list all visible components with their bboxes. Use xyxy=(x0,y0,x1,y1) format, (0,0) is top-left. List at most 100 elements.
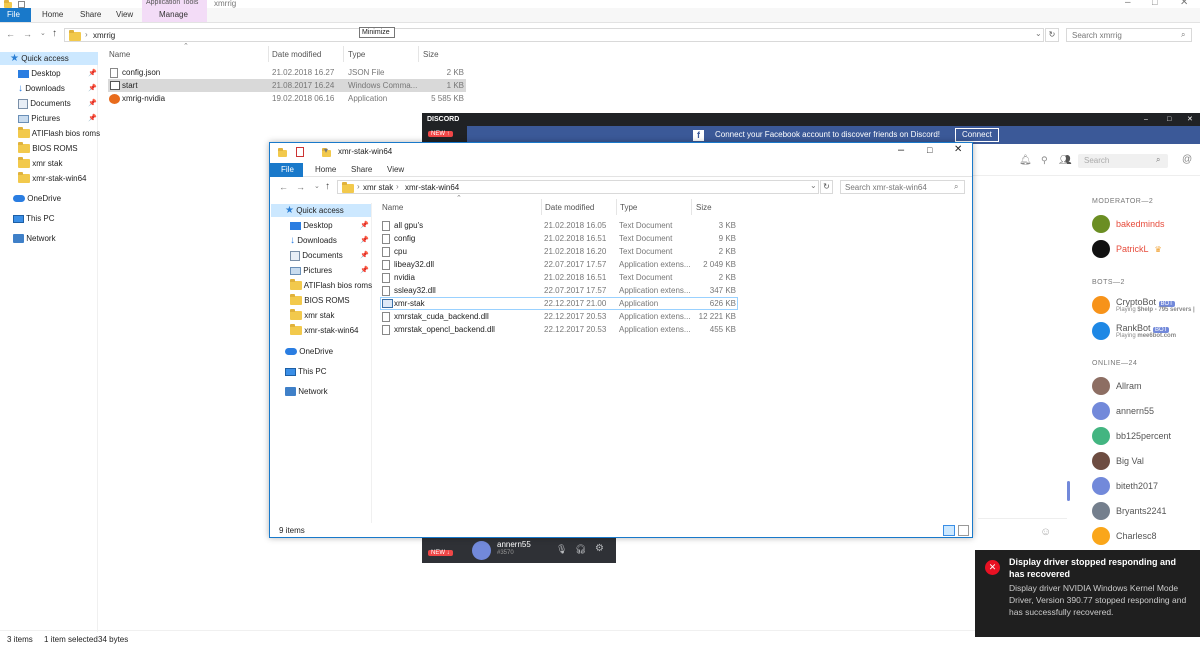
details-view-icon[interactable] xyxy=(943,525,955,536)
column-header-type[interactable]: Type xyxy=(620,201,637,214)
bell-icon[interactable]: 🔔︎ xyxy=(1019,155,1032,166)
column-header-date[interactable]: Date modified xyxy=(545,201,594,214)
nav-item-bios-roms[interactable]: BIOS ROMS xyxy=(18,142,78,155)
refresh-button[interactable]: ↻ xyxy=(820,180,833,194)
minimize-button[interactable]: – xyxy=(1125,0,1131,8)
nav-item-xmr-stak[interactable]: xmr stak xyxy=(290,309,334,322)
file-row[interactable]: ssleay32.dll 22.07.2017 17.57 Applicatio… xyxy=(380,284,738,297)
emoji-icon[interactable]: ☺ xyxy=(1040,526,1051,538)
pin-icon[interactable]: 📌 xyxy=(88,84,97,92)
address-bar[interactable]: › xmrrig ⌄ xyxy=(64,28,1044,42)
nav-item-documents[interactable]: Documents xyxy=(18,97,71,110)
pin-icon[interactable]: 📌 xyxy=(360,251,369,259)
pin-icon[interactable]: 📌 xyxy=(88,114,97,122)
nav-onedrive[interactable]: OneDrive xyxy=(285,345,333,358)
tab-view[interactable]: View xyxy=(109,8,140,22)
pin-icon[interactable]: 📌 xyxy=(88,99,97,107)
members-icon[interactable]: 👥︎ xyxy=(1059,155,1072,166)
column-header-size[interactable]: Size xyxy=(696,201,712,214)
file-row[interactable]: xmrstak_opencl_backend.dll 22.12.2017 20… xyxy=(380,323,738,336)
discord-search-input[interactable]: Search xyxy=(1084,156,1109,165)
member-item[interactable]: Charlesc8 xyxy=(1092,526,1157,546)
nav-item-xmr-stak-win64[interactable]: xmr-stak-win64 xyxy=(290,324,358,337)
search-box[interactable]: Search xmr-stak-win64 ⌕ xyxy=(840,180,965,194)
file-row[interactable]: config.json 21.02.2018 16.27 JSON File 2… xyxy=(108,66,466,79)
member-item[interactable]: Allram xyxy=(1092,376,1142,396)
column-header-name[interactable]: Name xyxy=(109,48,130,61)
member-item[interactable]: bakedminds xyxy=(1092,214,1165,234)
nav-item-desktop[interactable]: Desktop xyxy=(290,219,333,232)
nav-item-xmr-stak-win64[interactable]: xmr-stak-win64 xyxy=(18,172,86,185)
search-input[interactable]: Search xmr-stak-win64 xyxy=(845,183,927,192)
file-row[interactable]: nvidia 21.02.2018 16.51 Text Document 2 … xyxy=(380,271,738,284)
close-button[interactable]: ✕ xyxy=(954,144,962,155)
up-button[interactable]: ↑ xyxy=(52,28,57,39)
member-item[interactable]: RankBot BOT Playing mee6bot.com xyxy=(1092,319,1176,343)
pin-icon[interactable]: 📌 xyxy=(360,236,369,244)
forward-button[interactable]: → xyxy=(23,29,32,39)
chevron-down-icon[interactable]: ⌄ xyxy=(810,181,817,190)
file-row[interactable]: xmrig-nvidia 19.02.2018 06.16 Applicatio… xyxy=(108,92,466,105)
tab-share[interactable]: Share xyxy=(73,8,108,22)
column-divider[interactable] xyxy=(343,46,344,62)
pin-icon[interactable]: 📌 xyxy=(360,221,369,229)
file-row[interactable]: libeay32.dll 22.07.2017 17.57 Applicatio… xyxy=(380,258,738,271)
file-row-selected[interactable]: start 21.08.2017 16.24 Windows Comma... … xyxy=(108,79,466,92)
nav-item-pictures[interactable]: Pictures xyxy=(18,112,60,125)
column-header-type[interactable]: Type xyxy=(348,48,365,61)
file-row[interactable]: config 21.02.2018 16.51 Text Document 9 … xyxy=(380,232,738,245)
nav-item-atiflash[interactable]: ATIFlash bios roms xyxy=(290,279,372,292)
refresh-button[interactable]: ↻ xyxy=(1045,28,1059,42)
nav-item-downloads[interactable]: ↓ Downloads xyxy=(290,234,337,247)
tab-share[interactable]: Share xyxy=(344,163,379,177)
column-divider[interactable] xyxy=(541,199,542,215)
customize-toolbar-icon[interactable]: ▾ xyxy=(324,146,328,155)
member-item[interactable]: CryptoBot BOT Playing $help - 795 server… xyxy=(1092,293,1195,317)
minimize-button[interactable]: – xyxy=(898,144,904,156)
chevron-down-icon[interactable]: ⌄ xyxy=(1035,29,1042,38)
member-item[interactable]: Big Val xyxy=(1092,451,1144,471)
nav-this-pc[interactable]: This PC xyxy=(285,365,327,378)
file-row[interactable]: all gpu's 21.02.2018 16.05 Text Document… xyxy=(380,219,738,232)
nav-network[interactable]: Network xyxy=(285,385,328,398)
tab-home[interactable]: Home xyxy=(308,163,343,177)
scrollbar[interactable] xyxy=(1067,481,1070,501)
maximize-button[interactable]: □ xyxy=(927,145,932,155)
file-row[interactable]: cpu 21.02.2018 16.20 Text Document 2 KB xyxy=(380,245,738,258)
member-item[interactable]: Bryants2241 xyxy=(1092,501,1167,521)
breadcrumb-item[interactable]: xmr stak xyxy=(363,183,393,192)
nav-item-downloads[interactable]: ↓ Downloads xyxy=(18,82,65,95)
nav-item-bios-roms[interactable]: BIOS ROMS xyxy=(290,294,350,307)
address-bar[interactable]: › xmr stak › xmr-stak-win64 ⌄ xyxy=(337,180,819,194)
member-item[interactable]: annern55 xyxy=(1092,401,1154,421)
recent-locations-button[interactable]: ⌄ xyxy=(40,29,46,37)
gear-icon[interactable]: ⚙ xyxy=(595,543,604,554)
large-icons-view-icon[interactable] xyxy=(958,525,969,536)
minimize-button[interactable]: – xyxy=(1144,113,1148,126)
member-item[interactable]: PatrickL ♛ xyxy=(1092,239,1162,259)
column-divider[interactable] xyxy=(268,46,269,62)
member-item[interactable]: biteth2017 xyxy=(1092,476,1158,496)
nav-item-xmr-stak[interactable]: xmr stak xyxy=(18,157,62,170)
nav-quick-access[interactable]: ★ Quick access xyxy=(0,52,98,65)
maximize-button[interactable]: □ xyxy=(1152,0,1157,7)
nav-item-documents[interactable]: Documents xyxy=(290,249,343,262)
back-button[interactable]: ← xyxy=(6,29,15,39)
headphones-icon[interactable]: 🎧︎ xyxy=(575,544,586,555)
column-divider[interactable] xyxy=(418,46,419,62)
nav-network[interactable]: Network xyxy=(13,232,56,245)
nav-quick-access[interactable]: ★ Quick access xyxy=(271,204,371,217)
tab-view[interactable]: View xyxy=(380,163,411,177)
notification-toast[interactable]: ✕ Display driver stopped responding and … xyxy=(975,550,1200,637)
search-input[interactable]: Search xmrrig xyxy=(1072,31,1122,40)
close-button[interactable]: ✕ xyxy=(1187,113,1193,126)
breadcrumb[interactable]: xmrrig xyxy=(93,31,115,40)
column-divider[interactable] xyxy=(616,199,617,215)
search-box[interactable]: Search xmrrig ⌕ xyxy=(1066,28,1192,42)
file-row[interactable]: xmrstak_cuda_backend.dll 22.12.2017 20.5… xyxy=(380,310,738,323)
microphone-icon[interactable]: 🎙︎ xyxy=(556,544,567,555)
connect-button[interactable]: Connect xyxy=(955,128,999,142)
discord-search[interactable]: Search ⌕ xyxy=(1078,154,1168,168)
back-button[interactable]: ← xyxy=(279,182,288,192)
breadcrumb-item[interactable]: xmr-stak-win64 xyxy=(405,183,459,192)
